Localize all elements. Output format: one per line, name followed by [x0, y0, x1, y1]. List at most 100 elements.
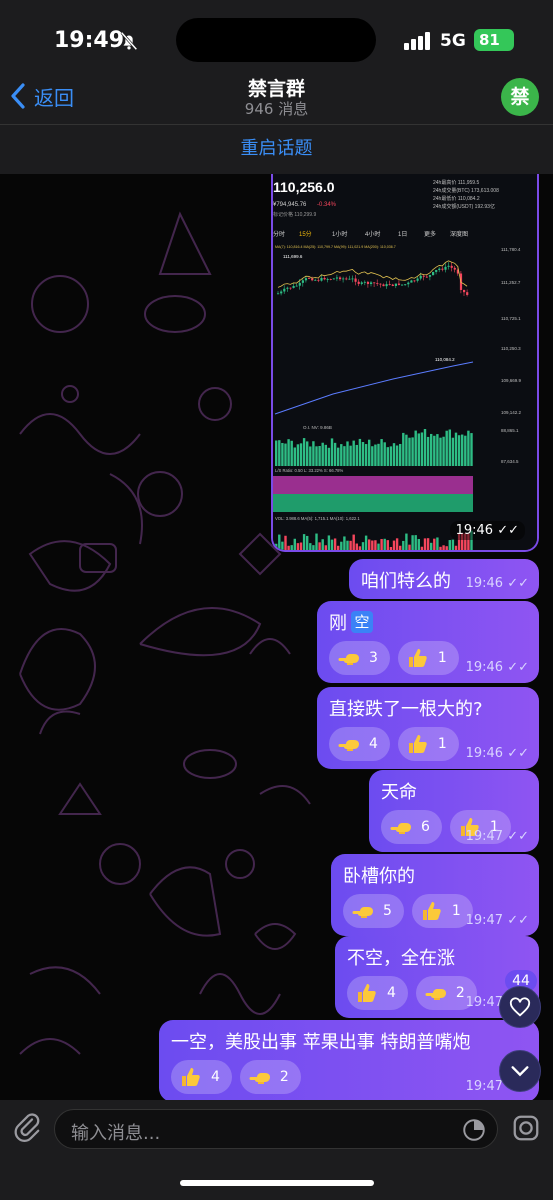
group-avatar[interactable]: 禁: [501, 78, 539, 116]
oi-bar: [439, 437, 442, 466]
volume-bar: [290, 545, 293, 550]
oi-bar: [318, 445, 321, 466]
candle-body: [339, 277, 342, 280]
message-text: 天命: [381, 778, 527, 804]
thumbs-up-emoji: [408, 735, 427, 753]
candle-body: [326, 279, 329, 281]
oi-bar: [402, 432, 405, 466]
oi-bar: [395, 445, 399, 466]
message-bubble[interactable]: 卧槽你的 5 1 19:47 ✓✓: [331, 854, 539, 936]
candle-body: [453, 267, 456, 270]
oi-bar: [445, 430, 448, 466]
message-input[interactable]: 输入消息...: [54, 1109, 498, 1149]
volume-bar: [309, 543, 312, 550]
message-text-content: 不空，全在涨: [347, 948, 455, 969]
reaction-chip[interactable]: 4: [171, 1060, 232, 1094]
volume-bar: [361, 542, 365, 550]
candle-body: [342, 278, 345, 280]
oi-bar: [383, 442, 386, 466]
message-time: 19:46 ✓✓: [465, 746, 529, 761]
thumbs-up-emoji: [358, 984, 376, 1002]
oi-bar: [324, 444, 327, 466]
reaction-chip[interactable]: 3: [329, 641, 390, 675]
message-text: 刚空: [329, 609, 527, 635]
oi-bar: [430, 433, 433, 466]
chart-price-tick-0: 111,780.4: [501, 247, 521, 252]
volume-bar: [324, 545, 327, 550]
oi-bar: [349, 445, 352, 466]
volume-bar: [445, 546, 448, 550]
oi-bar: [346, 441, 349, 466]
candle-body: [304, 278, 308, 281]
candle-body: [407, 282, 410, 285]
oi-bar: [299, 443, 303, 466]
volume-bar: [299, 542, 303, 550]
camera-icon[interactable]: [511, 1113, 541, 1143]
candle-body: [357, 281, 360, 284]
reaction-chip[interactable]: 1: [411, 894, 473, 928]
reopen-topic-button[interactable]: 重启话题: [0, 124, 553, 174]
message-bubble[interactable]: 一空，美股出事 苹果出事 特朗普嘴炮4219:47 ✓✓: [159, 1020, 539, 1100]
volume-bar: [383, 538, 386, 550]
candle-body: [289, 287, 292, 289]
reaction-chip[interactable]: 4: [329, 727, 390, 761]
reaction-count: 2: [455, 985, 465, 1001]
oi-bar: [309, 446, 312, 466]
paperclip-icon[interactable]: [12, 1112, 42, 1142]
chart-stat-3: 24h成交额(USDT) 192.93亿: [433, 203, 495, 210]
reactions-jump-button[interactable]: [499, 986, 541, 1028]
candle-body: [335, 277, 339, 279]
reaction-chip[interactable]: 1: [397, 727, 459, 761]
chart-stat-2: 24h最低价 110,084.2: [433, 195, 480, 202]
volume-bar: [377, 543, 380, 550]
message-bubble[interactable]: 天命 6 1 19:47 ✓✓: [369, 770, 539, 852]
chart-stat-0: 24h最高价 111,959.5: [433, 179, 479, 186]
reaction-chip[interactable]: 4: [347, 976, 408, 1010]
chat-title[interactable]: 禁言群: [0, 74, 553, 101]
oi-bar: [302, 438, 306, 466]
chat-area[interactable]: 110,256.0 ¥794,945.76 -0.34% 标记价格 110,29…: [0, 174, 553, 1100]
candle-body: [332, 278, 335, 280]
chart-ma-line: MA(7): 110,816.4 MA(25): 110,799.7 MA(99…: [275, 245, 396, 249]
chart-interval-5: 更多: [424, 230, 436, 238]
message-time-text: 19:46: [465, 660, 504, 675]
message-time: 19:46 ✓✓: [449, 521, 525, 540]
candle-body: [397, 283, 401, 285]
reaction-chip[interactable]: 6: [381, 810, 442, 844]
oi-bar: [461, 434, 464, 466]
message-time: 19:47 ✓✓: [465, 829, 529, 844]
message-text: 一空，美股出事 苹果出事 特朗普嘴炮: [171, 1028, 527, 1054]
candle-body: [314, 279, 317, 281]
oi-bar: [312, 441, 315, 466]
candle-body: [388, 284, 391, 285]
thumbs-up-emoji: [408, 649, 427, 667]
volume-bar: [389, 546, 393, 550]
sticker-icon[interactable]: [461, 1117, 487, 1143]
image-message[interactable]: 110,256.0 ¥794,945.76 -0.34% 标记价格 110,29…: [271, 174, 539, 552]
short-ratio-band: [273, 494, 473, 512]
message-bubble[interactable]: 刚空 3 1 19:46 ✓✓: [317, 601, 539, 683]
candle-body: [394, 283, 397, 286]
scroll-down-button[interactable]: [499, 1050, 541, 1092]
chart-interval-0: 分时: [273, 230, 285, 238]
message-time-text: 19:47: [465, 995, 504, 1010]
candle-body: [351, 278, 354, 280]
reaction-count: 6: [421, 819, 430, 835]
message-bubble[interactable]: 咱们特么的 19:46 ✓✓: [349, 559, 539, 599]
oi-bar: [352, 440, 355, 466]
oi-bar: [389, 446, 393, 466]
candle-body: [348, 278, 351, 280]
volume-bar: [352, 534, 355, 550]
message-bubble[interactable]: 直接跌了一根大的? 4 1 19:46 ✓✓: [317, 687, 539, 769]
candle-body: [323, 277, 326, 280]
volume-bar: [386, 540, 389, 550]
reaction-chip[interactable]: 5: [343, 894, 404, 928]
heart-icon: [509, 997, 531, 1017]
reaction-chip[interactable]: 2: [239, 1060, 301, 1094]
candle-body: [422, 275, 425, 277]
oi-bar: [368, 439, 371, 466]
reaction-chip[interactable]: 1: [397, 641, 459, 675]
chat-header: 返回 禁言群 946 消息 禁: [0, 70, 553, 124]
point-left-emoji: [390, 823, 411, 834]
volume-bar: [312, 545, 315, 550]
